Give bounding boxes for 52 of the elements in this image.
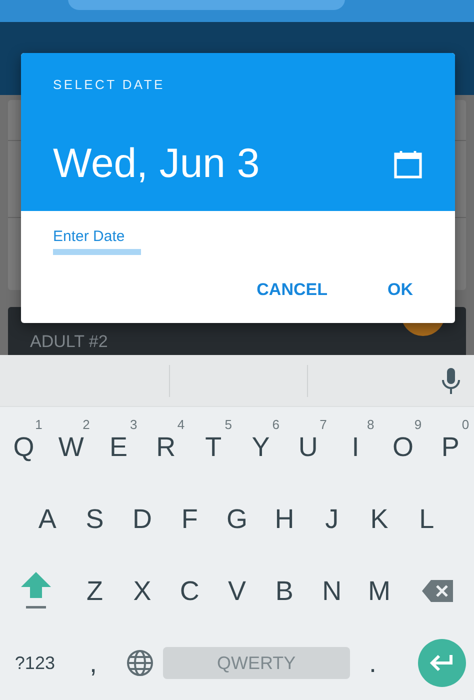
section-title: ADULT #2 <box>30 332 108 351</box>
key-hint: 9 <box>414 416 422 434</box>
key[interactable]: W 2 <box>47 411 95 483</box>
cancel-button[interactable]: CANCEL <box>244 276 340 302</box>
calendar-icon[interactable] <box>393 148 423 179</box>
key[interactable]: P 0 <box>426 411 474 483</box>
key[interactable]: B <box>260 555 308 627</box>
ok-button[interactable]: OK <box>376 276 425 302</box>
key[interactable]: I 8 <box>332 411 380 483</box>
input-label: Enter Date <box>53 227 126 247</box>
key[interactable]: A <box>24 483 72 555</box>
key[interactable]: . <box>350 627 396 699</box>
key[interactable]: H <box>260 483 308 555</box>
key-hint: 8 <box>367 416 374 434</box>
key-hint: 0 <box>462 416 470 434</box>
key[interactable]: F <box>166 483 214 555</box>
backspace-icon[interactable] <box>422 579 454 603</box>
key-hint: 5 <box>224 416 232 434</box>
key[interactable]: X <box>118 555 166 627</box>
key[interactable]: C <box>166 555 214 627</box>
key[interactable]: E 3 <box>94 411 142 483</box>
enter-key[interactable] <box>418 639 466 687</box>
microphone-icon[interactable] <box>440 366 462 394</box>
key[interactable]: S <box>71 483 119 555</box>
key[interactable]: V <box>213 555 261 627</box>
key-hint: 3 <box>130 416 138 434</box>
key[interactable]: Z <box>71 555 118 627</box>
key[interactable]: G <box>213 483 261 555</box>
globe-icon[interactable] <box>126 649 154 677</box>
key[interactable]: , <box>70 627 116 699</box>
key-hint: 7 <box>320 416 327 434</box>
key[interactable]: D <box>118 483 166 555</box>
key-hint: 2 <box>82 416 90 434</box>
dialog-title: SELECT DATE <box>53 76 165 94</box>
key[interactable]: L <box>402 483 450 555</box>
key[interactable]: Y 6 <box>237 411 284 483</box>
key-hint: 6 <box>272 416 280 434</box>
key[interactable]: T 5 <box>190 411 238 483</box>
key[interactable]: J <box>308 483 356 555</box>
symbols-key[interactable]: ?123 <box>0 627 70 699</box>
key[interactable]: O 9 <box>379 411 427 483</box>
return-arrow-icon <box>429 654 455 672</box>
key[interactable]: M <box>356 555 403 627</box>
selected-date: Wed, Jun 3 <box>53 141 260 186</box>
date-input-field[interactable] <box>53 248 141 254</box>
key[interactable]: Q 1 <box>0 411 48 483</box>
key[interactable]: K <box>356 483 403 555</box>
key[interactable]: N <box>308 555 356 627</box>
key[interactable]: R 4 <box>142 411 190 483</box>
key-hint: 1 <box>35 416 42 434</box>
key-hint: 4 <box>177 416 185 434</box>
key[interactable]: U 7 <box>284 411 332 483</box>
